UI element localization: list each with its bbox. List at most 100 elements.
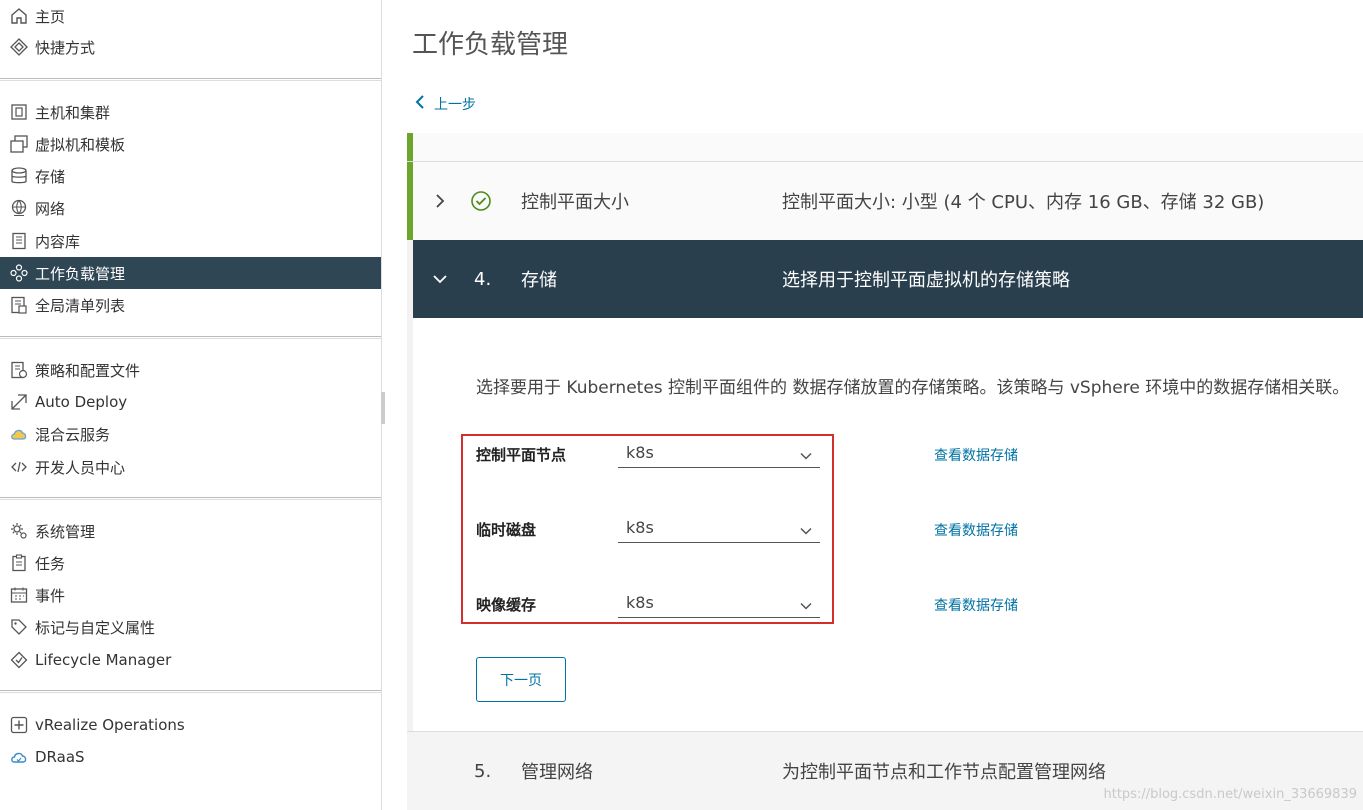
step-title: 管理网络 (521, 762, 593, 783)
sidebar-divider (0, 336, 381, 339)
sidebar-item-global-inventory[interactable]: 全局清单列表 (0, 289, 381, 321)
ephemeral-disk-select[interactable]: k8s (618, 513, 820, 543)
back-link-label: 上一步 (434, 97, 476, 113)
sidebar-item-auto-deploy[interactable]: Auto Deploy (0, 386, 381, 418)
sidebar-item-draas[interactable]: DRaaS (0, 741, 381, 773)
check-circle-icon (470, 190, 492, 212)
view-datastores-link[interactable]: 查看数据存储 (934, 520, 1018, 540)
chevron-down-icon (800, 522, 812, 535)
step-description: 为控制平面节点和工作节点配置管理网络 (782, 762, 1106, 783)
sidebar-item-vrealize-operations[interactable]: vRealize Operations (0, 709, 381, 741)
sidebar-item-label: vRealize Operations (35, 716, 185, 734)
lifecycle-icon (9, 650, 29, 670)
sidebar-item-policies[interactable]: 策略和配置文件 (0, 354, 381, 386)
vrealize-icon (9, 715, 29, 735)
tasks-icon (9, 553, 29, 573)
vms-templates-icon (9, 134, 29, 154)
admin-gear-icon (9, 521, 29, 541)
tag-icon (9, 617, 29, 637)
sidebar-item-hosts-clusters[interactable]: 主机和集群 (0, 96, 381, 128)
sidebar-item-hybrid-cloud[interactable]: 混合云服务 (0, 418, 381, 450)
storage-intro-text: 选择要用于 Kubernetes 控制平面组件的 数据存储放置的存储策略。该策略… (476, 378, 1350, 398)
sidebar-item-storage[interactable]: 存储 (0, 160, 381, 192)
sidebar-item-label: Lifecycle Manager (35, 651, 172, 669)
step-content-storage: 选择要用于 Kubernetes 控制平面组件的 数据存储放置的存储策略。该策略… (413, 318, 1363, 731)
sidebar-item-label: 虚拟机和模板 (35, 135, 126, 154)
wizard: 控制平面大小 控制平面大小: 小型 (4 个 CPU、内存 16 GB、存储 3… (407, 133, 1363, 810)
chevron-down-icon (800, 597, 812, 610)
watermark: https://blog.csdn.net/weixin_33669839 (1103, 787, 1357, 802)
view-datastores-link[interactable]: 查看数据存储 (934, 445, 1018, 465)
network-icon (9, 198, 29, 218)
auto-deploy-icon (9, 392, 29, 412)
sidebar-item-label: 主页 (35, 7, 66, 26)
hosts-clusters-icon (9, 102, 29, 122)
control-plane-node-label: 控制平面节点 (476, 446, 567, 464)
content-library-icon (9, 231, 29, 251)
step-title: 存储 (521, 270, 557, 291)
policies-icon (9, 360, 29, 380)
sidebar-item-label: 网络 (35, 199, 66, 218)
step-complete-bar (407, 162, 413, 240)
sidebar-item-label: 存储 (35, 167, 66, 186)
chevron-right-icon[interactable] (433, 194, 447, 208)
page-title: 工作负载管理 (412, 30, 569, 60)
sidebar-item-events[interactable]: 事件 (0, 579, 381, 611)
sidebar-divider (0, 690, 381, 693)
sidebar-item-vms-templates[interactable]: 虚拟机和模板 (0, 128, 381, 160)
sidebar-resize-handle[interactable] (381, 392, 385, 424)
select-value: k8s (626, 443, 654, 462)
chevron-down-icon[interactable] (433, 272, 447, 286)
sidebar-item-content-library[interactable]: 内容库 (0, 225, 381, 257)
step-title: 控制平面大小 (521, 192, 629, 213)
sidebar-item-label: 事件 (35, 586, 66, 605)
sidebar-item-network[interactable]: 网络 (0, 192, 381, 224)
image-cache-select[interactable]: k8s (618, 588, 820, 618)
step-number: 4. (474, 268, 492, 290)
chevron-left-icon (414, 95, 434, 113)
step-row-storage[interactable]: 4. 存储 选择用于控制平面虚拟机的存储策略 (413, 240, 1363, 318)
sidebar-item-label: 策略和配置文件 (35, 361, 141, 380)
sidebar-item-administration[interactable]: 系统管理 (0, 515, 381, 547)
select-value: k8s (626, 518, 654, 537)
sidebar-item-label: 开发人员中心 (35, 458, 126, 477)
sidebar-item-lifecycle-manager[interactable]: Lifecycle Manager (0, 644, 381, 676)
sidebar-item-label: 系统管理 (35, 522, 96, 541)
sidebar-item-label: 混合云服务 (35, 425, 111, 444)
step-number: 5. (474, 760, 492, 782)
sidebar-item-tags[interactable]: 标记与自定义属性 (0, 611, 381, 643)
sidebar-item-workload-management[interactable]: 工作负载管理 (0, 257, 381, 289)
shortcuts-icon (9, 37, 29, 57)
step-complete-bar (407, 133, 413, 161)
sidebar-item-shortcuts[interactable]: 快捷方式 (0, 31, 381, 63)
view-datastores-link[interactable]: 查看数据存储 (934, 595, 1018, 615)
sidebar-item-label: 内容库 (35, 232, 81, 251)
inventory-list-icon (9, 295, 29, 315)
image-cache-label: 映像缓存 (476, 596, 537, 614)
sidebar-item-label: 标记与自定义属性 (35, 618, 156, 637)
step-row-previous (407, 133, 1363, 162)
sidebar-item-label: 全局清单列表 (35, 296, 126, 315)
sidebar-item-label: 主机和集群 (35, 103, 111, 122)
draas-cloud-icon (9, 747, 29, 767)
back-link[interactable]: 上一步 (414, 94, 476, 114)
step-description: 控制平面大小: 小型 (4 个 CPU、内存 16 GB、存储 32 GB) (782, 192, 1265, 213)
sidebar-divider (0, 78, 381, 81)
step-row-control-plane-size[interactable]: 控制平面大小 控制平面大小: 小型 (4 个 CPU、内存 16 GB、存储 3… (407, 162, 1363, 240)
control-plane-node-select[interactable]: k8s (618, 438, 820, 468)
sidebar-item-label: Auto Deploy (35, 393, 128, 411)
step-description: 选择用于控制平面虚拟机的存储策略 (782, 270, 1070, 291)
main-content: 工作负载管理 上一步 控制平面大小 控制平面大小: 小型 (4 个 CPU、内存… (386, 0, 1363, 810)
sidebar-item-label: 任务 (35, 554, 66, 573)
next-page-button[interactable]: 下一页 (476, 657, 566, 702)
select-value: k8s (626, 593, 654, 612)
sidebar-item-label: DRaaS (35, 748, 85, 766)
chevron-down-icon (800, 447, 812, 460)
workload-icon (9, 263, 29, 283)
code-icon (9, 457, 29, 477)
sidebar: 主页 快捷方式 主机和集群 虚拟机和模板 存储 网络 内容库 工作负载管理 全局… (0, 0, 382, 810)
sidebar-item-home[interactable]: 主页 (0, 0, 381, 32)
sidebar-item-developer-center[interactable]: 开发人员中心 (0, 451, 381, 483)
home-icon (9, 6, 29, 26)
sidebar-item-tasks[interactable]: 任务 (0, 547, 381, 579)
